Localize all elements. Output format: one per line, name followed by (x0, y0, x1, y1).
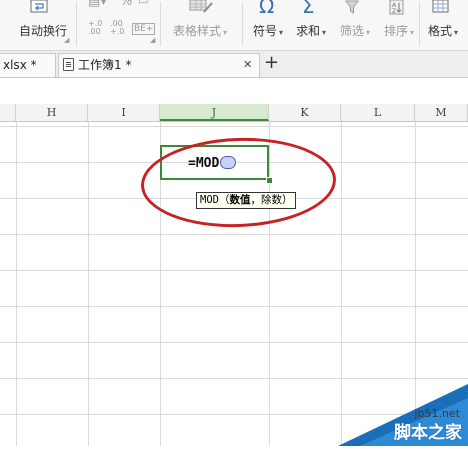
symbol-button[interactable]: 符号 ▾ (253, 22, 283, 39)
tooltip-arg-number: 数值 (229, 194, 251, 206)
function-tooltip: MOD（数值，除数） (196, 192, 297, 209)
ribbon-divider (76, 2, 77, 46)
sort-label: 排序 (384, 24, 409, 38)
document-tab-bar: xlsx * 工作簿1 * ✕ + (0, 51, 468, 78)
tooltip-function-name: MOD (200, 194, 219, 206)
sum-label: 求和 (296, 24, 321, 38)
sigma-icon: Σ (302, 0, 315, 18)
tooltip-close-paren: ） (281, 194, 293, 206)
new-tab-button[interactable]: + (264, 51, 279, 75)
ribbon-divider (419, 2, 420, 46)
tab-xlsx[interactable]: xlsx * (0, 53, 56, 77)
tab-label: 工作簿1 * (78, 58, 132, 72)
percent-button[interactable]: % (120, 0, 132, 9)
auto-wrap-button[interactable]: 自动换行 (19, 22, 67, 39)
tooltip-arg-divisor: 除数 (260, 194, 282, 206)
column-header-j[interactable]: J (160, 104, 269, 121)
column-header-row: H I J K L M (0, 104, 468, 122)
sort-icon: A Z (389, 0, 405, 18)
close-icon[interactable]: ✕ (243, 54, 252, 76)
chevron-down-icon: ▾ (223, 28, 228, 37)
tab-workbook1[interactable]: 工作簿1 * ✕ (58, 53, 260, 77)
watermark: jb51.net 脚本之家 (338, 384, 468, 446)
convert-number-icon[interactable]: BE+ (132, 23, 156, 35)
ribbon-toolbar: 自动换行 ▤▾ % ▭ +.0 .00 .00 +.0 BE+ 表格样式 ▾ Ω … (0, 0, 468, 51)
svg-text:Z: Z (392, 8, 396, 15)
chevron-down-icon: ▾ (279, 28, 284, 37)
sort-button[interactable]: 排序 ▾ (384, 22, 414, 39)
ribbon-divider (160, 2, 161, 46)
column-header-i[interactable]: I (88, 104, 160, 121)
format-button[interactable]: 格式 ▾ (428, 22, 458, 39)
thousand-separator-icon[interactable]: ▭ (138, 0, 148, 7)
sum-button[interactable]: 求和 ▾ (296, 22, 326, 39)
tooltip-separator: ， (250, 194, 261, 206)
chevron-down-icon: ▾ (410, 28, 415, 37)
formula-bar-area[interactable] (0, 78, 468, 105)
auto-wrap-label: 自动换行 (19, 24, 68, 38)
tab-label: xlsx * (3, 58, 37, 72)
paren-cursor-icon (220, 156, 237, 169)
column-header-left-edge[interactable] (0, 104, 16, 121)
column-header-m[interactable]: M (415, 104, 468, 121)
cell-formula-text: =MOD (188, 156, 237, 171)
ribbon-divider (242, 2, 243, 46)
watermark-title: 脚本之家 (394, 423, 462, 443)
increase-decimal-button[interactable]: +.0 .00 (88, 20, 102, 36)
chevron-down-icon: ▾ (322, 28, 327, 37)
table-style-label: 表格样式 (173, 24, 222, 38)
currency-format-icon[interactable]: ▤▾ (88, 0, 107, 9)
tooltip-open-paren: （ (218, 194, 230, 206)
filter-icon (345, 0, 361, 17)
omega-glyph: Ω (259, 0, 275, 18)
percent-symbol: % (120, 0, 133, 9)
filter-label: 筛选 (340, 24, 365, 38)
chevron-down-icon: ▾ (366, 28, 371, 37)
column-header-l[interactable]: L (341, 104, 415, 121)
column-header-h[interactable]: H (16, 104, 88, 121)
chevron-down-icon: ▾ (454, 28, 459, 37)
dialog-launcher-icon[interactable]: ◢ (64, 36, 69, 44)
formula-content: =MOD (188, 156, 220, 171)
auto-wrap-icon (28, 0, 50, 17)
table-style-button[interactable]: 表格样式 ▾ (173, 22, 227, 39)
dialog-launcher-icon[interactable]: ◢ (150, 36, 155, 44)
omega-icon: Ω (259, 0, 274, 18)
document-icon (63, 58, 74, 71)
symbol-label: 符号 (253, 24, 278, 38)
decrease-decimal-button[interactable]: .00 +.0 (110, 20, 124, 36)
table-style-icon (188, 0, 214, 17)
filter-button[interactable]: 筛选 ▾ (340, 22, 370, 39)
format-label: 格式 (428, 24, 453, 38)
fill-handle[interactable] (266, 177, 273, 184)
sigma-glyph: Σ (302, 0, 315, 18)
format-icon (432, 0, 450, 17)
column-header-k[interactable]: K (269, 104, 341, 121)
